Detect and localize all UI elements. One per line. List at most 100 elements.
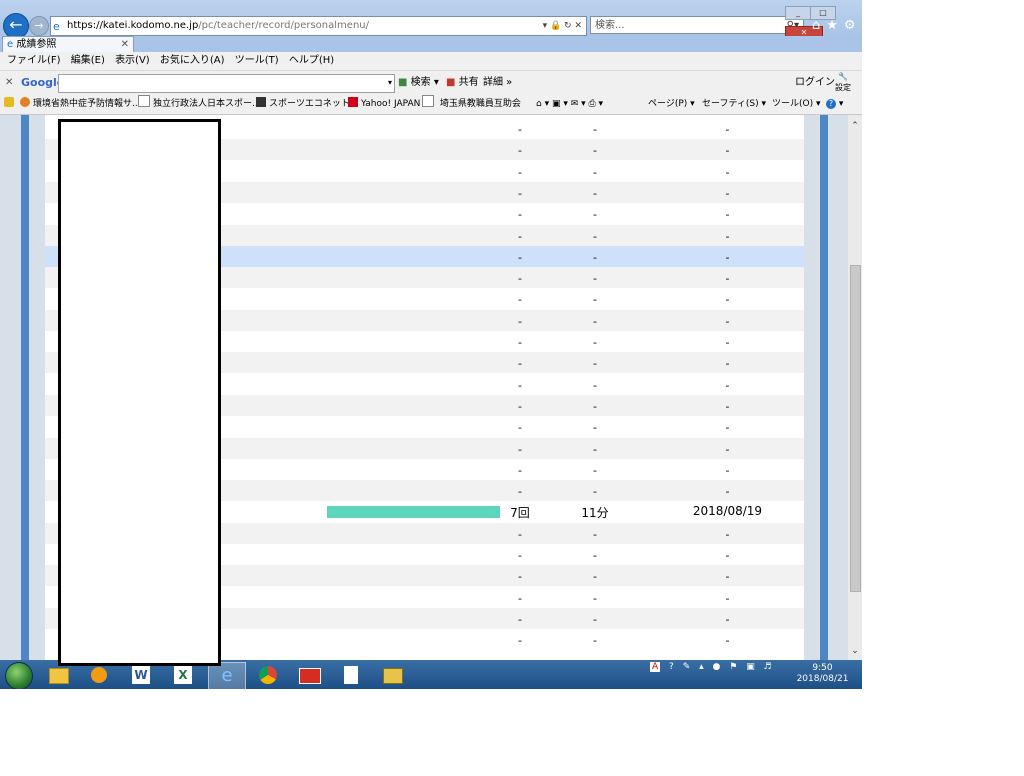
count-cell: - — [518, 208, 522, 222]
time-cell: - — [593, 165, 597, 179]
search-box[interactable]: 検索... ⚲▾ — [590, 16, 804, 34]
app-red-icon[interactable] — [299, 664, 321, 686]
home-icon[interactable]: ⌂ — [812, 18, 826, 33]
page-menu[interactable]: ページ(P) ▾ — [648, 94, 695, 114]
date-cell: - — [725, 357, 730, 371]
excel-icon[interactable]: X — [172, 664, 194, 686]
volume-icon[interactable]: ♬ — [764, 662, 772, 672]
favorite-link-2[interactable]: 独立行政法人日本スポー... — [138, 94, 261, 114]
scroll-up-icon[interactable]: ⌃ — [848, 121, 862, 131]
system-tray: A ? ✎ ▴ ● ⚑ ▣ ♬ — [650, 662, 778, 687]
count-cell: - — [518, 293, 522, 307]
date-cell: - — [725, 165, 730, 179]
minimize-button[interactable]: _ — [785, 6, 811, 20]
right-frame-stripe — [820, 115, 828, 660]
clock[interactable]: 9:50 2018/08/21 — [790, 663, 855, 685]
time-cell: - — [593, 612, 597, 626]
title-bar: ← → e https://katei.kodomo.ne.jp/pc/teach… — [0, 0, 862, 40]
menu-file[interactable]: ファイル(F) — [7, 52, 61, 70]
menu-help[interactable]: ヘルプ(H) — [289, 52, 334, 70]
favorite-link-5-label: 埼玉県教職員互助会 — [439, 99, 521, 109]
google-search-button[interactable]: ■ 検索 ▾ — [398, 71, 439, 95]
chrome-icon[interactable] — [257, 664, 279, 686]
time-cell: - — [593, 485, 597, 499]
ie-page-icon: e — [53, 20, 60, 33]
toolbar-close-icon[interactable]: ✕ — [5, 71, 13, 95]
count-cell: 7回 — [510, 506, 530, 521]
date-cell: - — [725, 399, 730, 413]
tools-menu-label: ツール(O) — [772, 99, 814, 109]
show-hidden-icons[interactable]: ▴ — [699, 662, 704, 672]
menu-favorites[interactable]: お気に入り(A) — [160, 52, 225, 70]
word-icon[interactable]: W — [130, 664, 152, 686]
favorite-link-3[interactable]: スポーツエコネット — [256, 94, 350, 114]
ime-mode-icon[interactable]: ✎ — [683, 662, 691, 672]
count-cell: - — [518, 378, 522, 392]
favorite-link-4[interactable]: Yahoo! JAPAN — [348, 94, 420, 114]
count-cell: - — [518, 570, 522, 584]
vertical-scrollbar[interactable]: ⌃ ⌄ — [848, 115, 862, 660]
ime-icon[interactable]: A — [650, 662, 661, 672]
date-cell: - — [725, 336, 730, 349]
forward-button[interactable]: → — [29, 16, 49, 36]
menu-tools[interactable]: ツール(T) — [235, 52, 279, 70]
count-cell: - — [518, 549, 522, 562]
favorites-star-icon[interactable]: ★ — [826, 18, 844, 33]
count-cell: - — [518, 123, 522, 136]
redacted-area — [58, 119, 221, 666]
count-cell: - — [518, 336, 522, 349]
settings-label: 設定 — [835, 83, 851, 92]
document-icon[interactable] — [340, 664, 362, 686]
chevron-down-icon[interactable]: ▾ — [388, 71, 392, 95]
safety-menu[interactable]: セーフティ(S) ▾ — [702, 94, 766, 114]
date-cell: - — [725, 314, 730, 328]
count-cell: - — [518, 527, 522, 541]
address-bar[interactable]: e https://katei.kodomo.ne.jp/pc/teacher/r… — [50, 16, 587, 36]
google-more-button[interactable]: 詳細 » — [483, 71, 512, 95]
page-icon — [138, 95, 150, 107]
menu-view[interactable]: 表示(V) — [115, 52, 150, 70]
favorite-link-1[interactable]: 環境省熱中症予防情報サ... — [20, 94, 141, 114]
date-cell: - — [725, 186, 730, 200]
date-cell: - — [725, 591, 730, 605]
menu-edit[interactable]: 編集(E) — [71, 52, 105, 70]
monitor-icon[interactable]: ▣ — [746, 662, 755, 672]
date-cell: - — [725, 250, 730, 264]
date-cell: - — [725, 549, 730, 562]
favorite-link-3-label: スポーツエコネット — [269, 99, 350, 109]
help-icon[interactable]: ? — [669, 662, 674, 672]
home-icon[interactable]: ⌂ ▾ ▣ ▾ ✉ ▾ ⎙ ▾ — [536, 94, 603, 114]
scroll-thumb[interactable] — [850, 265, 861, 592]
ie-icon[interactable]: e — [208, 662, 246, 689]
scroll-down-icon[interactable]: ⌄ — [848, 646, 862, 656]
google-search-input[interactable]: ▾ — [58, 74, 395, 93]
tools-menu[interactable]: ツール(O) ▾ — [772, 94, 821, 114]
explorer-icon[interactable] — [48, 664, 70, 686]
google-share-button[interactable]: ■ 共有 — [446, 71, 479, 95]
favorite-link-5[interactable]: 埼玉県教職員互助会 — [422, 94, 521, 114]
date-cell: - — [725, 421, 730, 435]
settings-button[interactable]: 🔧 設定 — [835, 71, 851, 93]
tab-close-icon[interactable]: ✕ — [121, 37, 129, 52]
address-host: https://katei.kodomo.ne.jp — [67, 20, 199, 31]
tab-active[interactable]: e 成績参照 ✕ — [2, 36, 134, 52]
favorites-star-icon[interactable] — [4, 94, 17, 114]
app-yellow-icon[interactable] — [382, 664, 404, 686]
left-frame-stripe — [21, 115, 29, 660]
time-cell: - — [593, 570, 597, 584]
time-cell: - — [593, 250, 597, 264]
favorite-link-1-label: 環境省熱中症予防情報サ... — [33, 99, 141, 109]
login-button[interactable]: ログイン — [795, 71, 835, 95]
time-cell: - — [593, 208, 597, 222]
media-player-icon[interactable] — [88, 664, 110, 686]
network-icon[interactable]: ● — [713, 662, 721, 672]
gear-icon[interactable]: ⚙ — [844, 18, 862, 33]
clock-date: 2018/08/21 — [796, 674, 849, 684]
time-cell: - — [593, 442, 597, 456]
start-button[interactable] — [5, 662, 33, 689]
count-cell: - — [518, 591, 522, 605]
action-center-icon[interactable]: ⚑ — [729, 662, 737, 672]
count-cell: - — [518, 144, 522, 158]
help-icon[interactable]: ? ▾ — [826, 94, 843, 114]
address-controls[interactable]: ▾ 🔒 ↻ ✕ — [543, 17, 582, 35]
